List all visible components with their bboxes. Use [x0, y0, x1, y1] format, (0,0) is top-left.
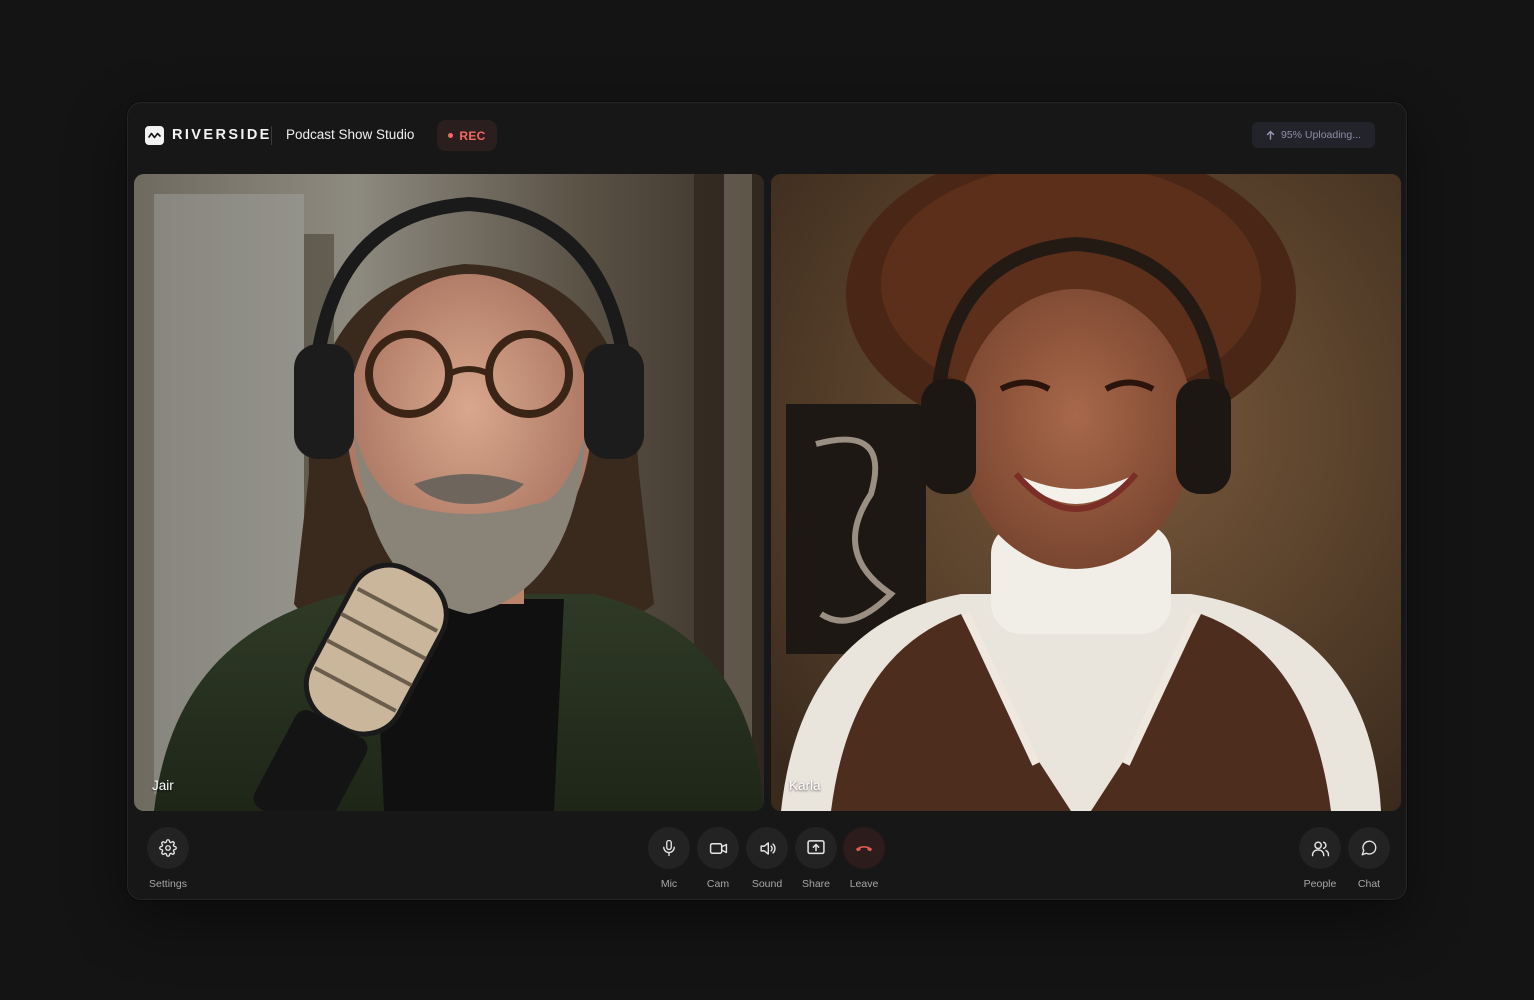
- leave-button[interactable]: [843, 827, 885, 869]
- sound-button[interactable]: [746, 827, 788, 869]
- participant-video-jair: [134, 174, 764, 811]
- participant-video-karla: [771, 174, 1401, 811]
- recording-badge: REC: [437, 120, 497, 151]
- riverside-logo[interactable]: RIVERSIDE: [145, 125, 272, 145]
- recording-label: REC: [459, 128, 486, 143]
- leave-control[interactable]: Leave: [843, 827, 885, 890]
- camera-button[interactable]: [697, 827, 739, 869]
- upload-status-text: 95% Uploading...: [1281, 129, 1361, 141]
- upload-status-badge: 95% Uploading...: [1252, 122, 1375, 148]
- share-screen-icon: [806, 838, 826, 858]
- chat-bubble-icon: [1360, 839, 1378, 857]
- chat-button[interactable]: [1348, 827, 1390, 869]
- settings-control[interactable]: Settings: [147, 827, 189, 890]
- app-background: RIVERSIDE Podcast Show Studio REC 95% Up…: [0, 0, 1534, 1000]
- brand-name: RIVERSIDE: [172, 127, 272, 143]
- video-tile-karla[interactable]: Karla: [771, 174, 1401, 811]
- mic-button[interactable]: [648, 827, 690, 869]
- recording-dot-icon: [448, 133, 454, 138]
- arrow-up-icon: [1266, 130, 1275, 140]
- studio-header: RIVERSIDE Podcast Show Studio REC 95% Up…: [128, 103, 1406, 169]
- microphone-icon: [660, 839, 678, 857]
- settings-button[interactable]: [147, 827, 189, 869]
- speaker-icon: [758, 839, 777, 858]
- share-button[interactable]: [795, 827, 837, 869]
- camera-icon: [709, 839, 728, 858]
- chat-control[interactable]: Chat: [1348, 827, 1390, 890]
- header-divider: [271, 126, 272, 145]
- studio-window: RIVERSIDE Podcast Show Studio REC 95% Up…: [127, 102, 1407, 900]
- participant-name-karla: Karla: [789, 778, 821, 793]
- studio-title: Podcast Show Studio: [286, 127, 415, 142]
- people-button[interactable]: [1299, 827, 1341, 869]
- leave-label: Leave: [849, 878, 879, 890]
- hang-up-icon: [853, 837, 875, 859]
- chat-label: Chat: [1357, 878, 1381, 890]
- people-icon: [1311, 839, 1330, 858]
- gear-icon: [159, 839, 177, 857]
- video-tile-jair[interactable]: Jair: [134, 174, 764, 811]
- waveform-logo-icon: [145, 125, 164, 145]
- participant-name-jair: Jair: [152, 778, 174, 793]
- settings-label: Settings: [149, 878, 187, 890]
